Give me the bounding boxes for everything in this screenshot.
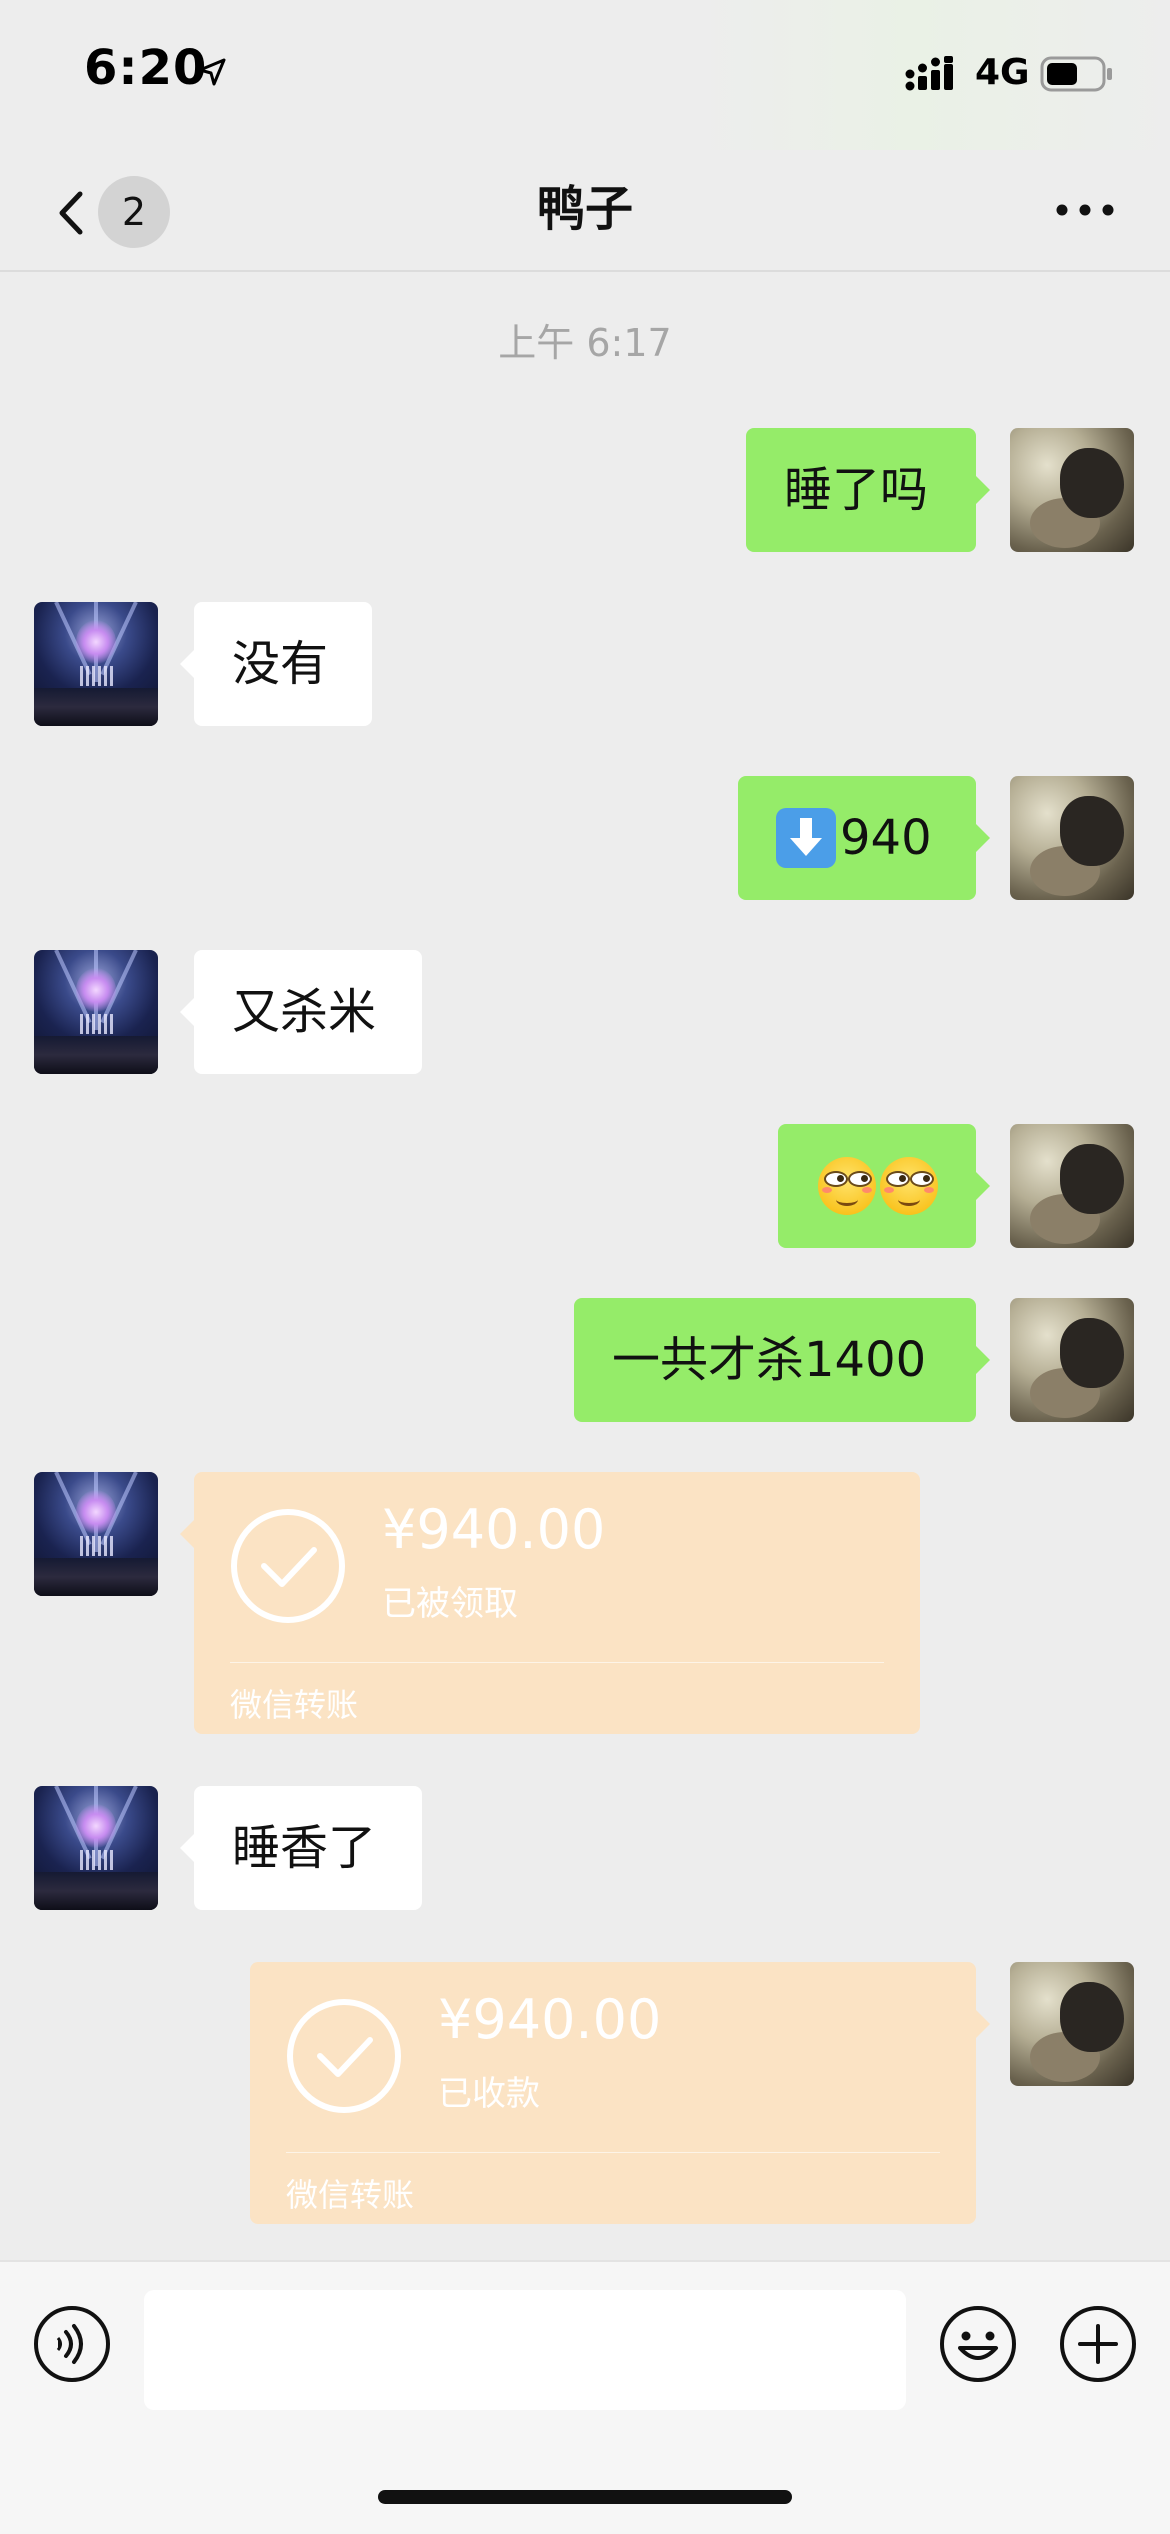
self-avatar[interactable] <box>1010 1298 1134 1422</box>
status-bar: 6:20 4G <box>0 0 1170 150</box>
self-avatar[interactable] <box>1010 428 1134 552</box>
transfer-status: 已被领取 <box>382 1584 518 1624</box>
divider <box>286 2152 940 2153</box>
more-options-icon[interactable] <box>1050 188 1120 232</box>
cellular-signal-icon <box>905 56 953 91</box>
add-icon[interactable] <box>1058 2304 1138 2384</box>
smirk-face-emoji-icon <box>880 1157 938 1215</box>
battery-icon <box>1040 56 1112 92</box>
outgoing-message-bubble[interactable]: 睡了吗 <box>746 428 990 552</box>
down-arrow-emoji-icon <box>776 808 836 868</box>
transfer-amount: ¥940.00 <box>382 1498 606 1561</box>
outgoing-message-bubble[interactable]: 940 <box>738 776 990 900</box>
contact-avatar[interactable] <box>34 1786 158 1910</box>
location-arrow-icon <box>198 58 226 86</box>
contact-avatar[interactable] <box>34 1472 158 1596</box>
transfer-label: 微信转账 <box>230 1686 359 1724</box>
message-timestamp: 上午 6:17 <box>498 321 672 365</box>
outgoing-message-bubble[interactable] <box>778 1124 990 1248</box>
outgoing-message-bubble[interactable]: 一共才杀1400 <box>574 1298 990 1422</box>
emoji-icon[interactable] <box>938 2304 1018 2384</box>
transfer-status: 已收款 <box>438 2074 540 2114</box>
transfer-label: 微信转账 <box>286 2176 415 2214</box>
contact-avatar[interactable] <box>34 602 158 726</box>
transfer-amount: ¥940.00 <box>438 1988 662 2051</box>
message-input[interactable] <box>144 2290 906 2410</box>
divider <box>230 1662 884 1663</box>
smirk-face-emoji-icon <box>818 1157 876 1215</box>
transfer-card[interactable]: ¥940.00 已被领取 微信转账 <box>180 1472 920 1734</box>
chat-area[interactable]: 上午 6:17 睡了吗 没有 940 又杀米 一共才杀1400 ¥940.00 … <box>0 272 1170 2260</box>
incoming-message-bubble[interactable]: 又杀米 <box>180 950 422 1074</box>
voice-input-icon[interactable] <box>32 2304 112 2384</box>
contact-avatar[interactable] <box>34 950 158 1074</box>
nav-bar: 2 鸭子 <box>0 150 1170 272</box>
network-type: 4G <box>975 52 1030 93</box>
check-circle-icon <box>231 1509 345 1623</box>
transfer-card[interactable]: ¥940.00 已收款 微信转账 <box>250 1962 990 2224</box>
self-avatar[interactable] <box>1010 1962 1134 2086</box>
message-text: 940 <box>840 810 932 866</box>
self-avatar[interactable] <box>1010 776 1134 900</box>
incoming-message-bubble[interactable]: 睡香了 <box>180 1786 422 1910</box>
chat-title: 鸭子 <box>536 181 633 237</box>
incoming-message-bubble[interactable]: 没有 <box>180 602 372 726</box>
self-avatar[interactable] <box>1010 1124 1134 1248</box>
home-indicator[interactable] <box>378 2490 792 2504</box>
status-time: 6:20 <box>84 40 208 96</box>
check-circle-icon <box>287 1999 401 2113</box>
